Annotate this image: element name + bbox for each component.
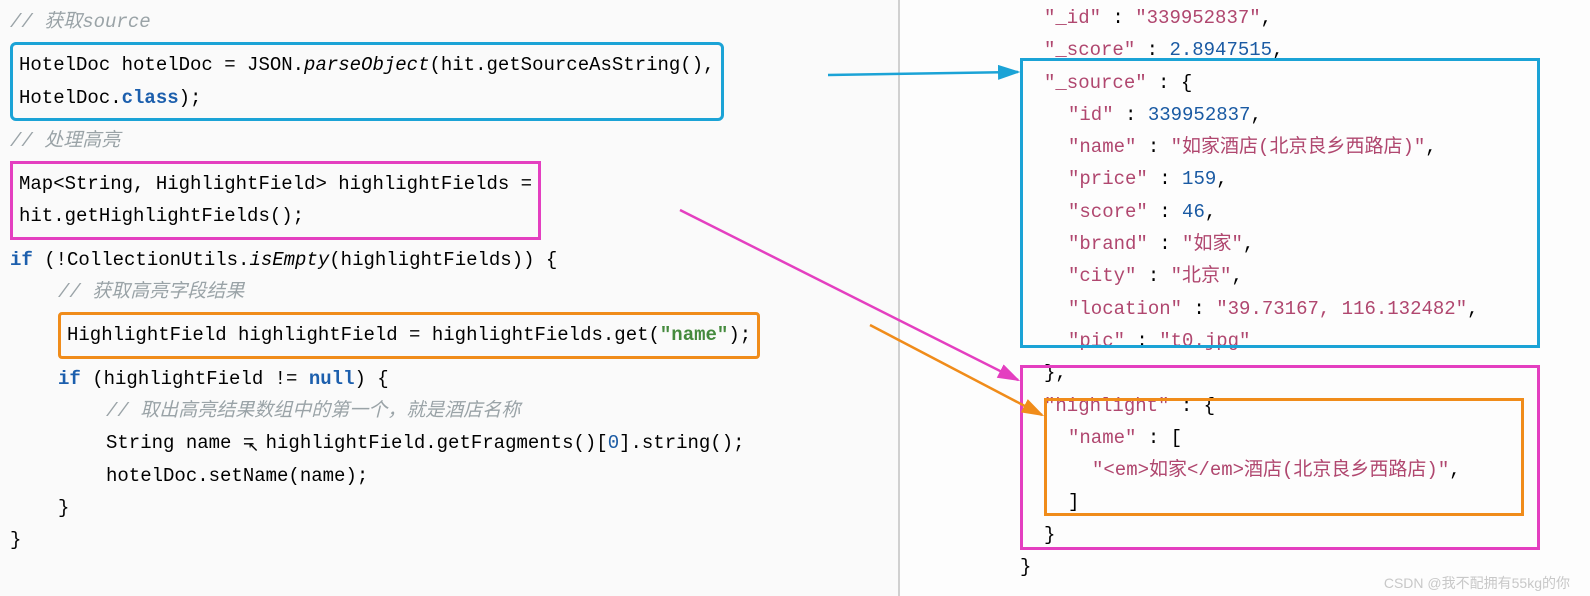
comma: , [1272,39,1283,61]
json-sep: : [1182,298,1216,320]
json-sep: : [1136,265,1170,287]
json-sep: : [1101,7,1135,29]
json-key: "brand" [1068,233,1148,255]
json-key: "name" [1068,427,1136,449]
watermark-text: CSDN @我不配拥有55kg的你 [1384,572,1570,596]
json-key: "name" [1068,136,1136,158]
json-key: "city" [1068,265,1136,287]
string-literal: "name" [660,324,728,346]
comma: , [1449,459,1460,481]
json-value: 2.8947515 [1169,39,1272,61]
code: (!CollectionUtils. [33,249,250,271]
brace: } [1020,519,1580,551]
comment-get-field: // 获取高亮字段结果 [58,281,244,303]
code: ); [728,324,751,346]
code: HotelDoc hotelDoc = JSON. [19,54,304,76]
json-key: "price" [1068,168,1148,190]
comma: , [1467,298,1478,320]
json-response-panel: "_id" : "339952837", "_score" : 2.894751… [1010,0,1590,585]
json-value: 159 [1182,168,1216,190]
code: hotelDoc.setName(name); [10,460,888,492]
code: ); [179,87,202,109]
bracket: ] [1020,486,1580,518]
json-value: "如家酒店(北京良乡西路店)" [1171,136,1426,158]
brace: : { [1169,395,1215,417]
code: parseObject [304,54,429,76]
keyword-if: if [58,368,81,390]
json-sep: : [1148,201,1182,223]
parse-source-box: HotelDoc hotelDoc = JSON.parseObject(hit… [10,42,724,121]
code: HighlightField highlightField = highligh… [67,324,660,346]
number-literal: 0 [608,432,619,454]
json-value: "t0.jpg" [1159,330,1250,352]
json-highlight-value: "<em>如家</em>酒店(北京良乡西路店)" [1092,459,1449,481]
json-value: "39.73167, 116.132482" [1216,298,1467,320]
java-code-panel: // 获取source HotelDoc hotelDoc = JSON.par… [0,0,900,596]
keyword-null: null [309,368,355,390]
code: (hit.getSourceAsString(), [429,54,714,76]
code: (highlightField != [81,368,309,390]
comma: , [1425,136,1436,158]
comma: , [1231,265,1242,287]
json-key: "pic" [1068,330,1125,352]
comment-get-source: // 获取source [10,11,151,33]
json-key: "_source" [1044,72,1147,94]
mouse-cursor-icon: ↖ [248,432,259,463]
json-key: "score" [1068,201,1148,223]
code: hit.getHighlightFields(); [19,200,532,232]
code: String name = highlightField.getFragment… [106,432,608,454]
comma: , [1205,201,1216,223]
json-key: "highlight" [1044,395,1169,417]
keyword-class: class [122,87,179,109]
code: HotelDoc. [19,87,122,109]
json-key: "_id" [1044,7,1101,29]
keyword-if: if [10,249,33,271]
json-sep: : [1114,104,1148,126]
json-value: "北京" [1171,265,1232,287]
bracket: : [ [1136,427,1182,449]
comment-first-fragment: // 取出高亮结果数组中的第一个，就是酒店名称 [106,400,520,422]
json-sep: : [1125,330,1159,352]
json-key: "id" [1068,104,1114,126]
json-sep: : [1148,233,1182,255]
code: (highlightFields)) { [329,249,557,271]
comma: , [1261,7,1272,29]
brace: }, [1020,357,1580,389]
brace: : { [1147,72,1193,94]
json-value: "339952837" [1135,7,1260,29]
code: isEmpty [249,249,329,271]
code: ) { [354,368,388,390]
code: ].string(); [619,432,744,454]
comma: , [1243,233,1254,255]
brace: } [10,492,888,524]
json-key: "_score" [1044,39,1135,61]
json-sep: : [1136,136,1170,158]
json-key: "location" [1068,298,1182,320]
highlight-fields-box: Map<String, HighlightField> highlightFie… [10,161,541,240]
json-sep: : [1148,168,1182,190]
json-sep: : [1135,39,1169,61]
code: Map<String, HighlightField> highlightFie… [19,168,532,200]
comma: , [1250,104,1261,126]
get-name-field-box: HighlightField highlightField = highligh… [58,312,760,358]
json-value: "如家" [1182,233,1243,255]
json-value: 339952837 [1148,104,1251,126]
comma: , [1216,168,1227,190]
brace: } [10,524,888,556]
comment-highlight: // 处理高亮 [10,130,120,152]
json-value: 46 [1182,201,1205,223]
